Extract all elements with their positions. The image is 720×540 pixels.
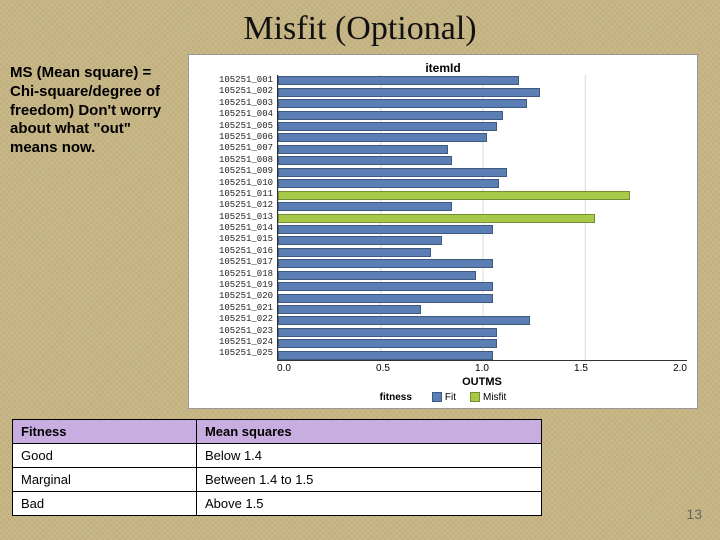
y-tick-label: 105251_016: [199, 246, 273, 257]
y-tick-label: 105251_019: [199, 280, 273, 291]
y-tick-label: 105251_015: [199, 234, 273, 245]
bar-fit: [278, 316, 530, 325]
y-tick-label: 105251_022: [199, 314, 273, 325]
y-tick-label: 105251_011: [199, 189, 273, 200]
content-row: MS (Mean square) = Chi-square/degree of …: [0, 54, 720, 409]
x-tick-label: 1.0: [475, 363, 489, 374]
bar-misfit: [278, 191, 630, 200]
x-tick-label: 1.5: [574, 363, 588, 374]
x-axis-ticks: 0.0 0.5 1.0 1.5 2.0: [199, 363, 687, 374]
bar-fit: [278, 339, 497, 348]
page-number: 13: [686, 506, 702, 522]
legend-title: fitness: [380, 392, 412, 403]
table-cell: Above 1.5: [196, 492, 541, 516]
table-cell: Marginal: [13, 468, 197, 492]
table-cell: Between 1.4 to 1.5: [196, 468, 541, 492]
y-tick-label: 105251_012: [199, 200, 273, 211]
bar-fit: [278, 294, 493, 303]
y-tick-label: 105251_007: [199, 143, 273, 154]
chart-panel: itemId 105251_001105251_002105251_003105…: [188, 54, 698, 409]
bar-fit: [278, 248, 431, 257]
y-tick-label: 105251_013: [199, 212, 273, 223]
bar-fit: [278, 282, 493, 291]
legend-label: Misfit: [483, 392, 506, 403]
bar-fit: [278, 202, 452, 211]
fitness-table: Fitness Mean squares GoodBelow 1.4Margin…: [12, 419, 542, 516]
bar-fit: [278, 259, 493, 268]
bar-misfit: [278, 214, 595, 223]
y-axis-labels: 105251_001105251_002105251_003105251_004…: [199, 75, 277, 361]
legend: fitness Fit Misfit: [380, 392, 507, 403]
y-tick-label: 105251_003: [199, 98, 273, 109]
legend-item-misfit: Misfit: [470, 392, 506, 403]
bars-layer: [278, 75, 687, 360]
page-title: Misfit (Optional): [0, 0, 720, 54]
y-tick-label: 105251_005: [199, 121, 273, 132]
y-tick-label: 105251_020: [199, 291, 273, 302]
x-tick-label: 0.5: [376, 363, 390, 374]
bar-fit: [278, 122, 497, 131]
y-tick-label: 105251_002: [199, 86, 273, 97]
bar-fit: [278, 305, 421, 314]
legend-item-fit: Fit: [432, 392, 456, 403]
y-tick-label: 105251_024: [199, 337, 273, 348]
table-cell: Bad: [13, 492, 197, 516]
table-header: Fitness: [13, 420, 197, 444]
bar-fit: [278, 145, 448, 154]
x-tick-label: 0.0: [277, 363, 291, 374]
y-tick-label: 105251_025: [199, 348, 273, 359]
bar-fit: [278, 156, 452, 165]
bar-fit: [278, 351, 493, 360]
table-cell: Good: [13, 444, 197, 468]
y-tick-label: 105251_017: [199, 257, 273, 268]
y-tick-label: 105251_001: [199, 75, 273, 86]
chart-title: itemId: [425, 61, 460, 75]
legend-label: Fit: [445, 392, 456, 403]
swatch-icon: [470, 392, 480, 402]
bar-fit: [278, 76, 519, 85]
bar-fit: [278, 328, 497, 337]
y-tick-label: 105251_021: [199, 303, 273, 314]
y-tick-label: 105251_014: [199, 223, 273, 234]
x-tick-label: 2.0: [673, 363, 687, 374]
bar-fit: [278, 236, 442, 245]
y-tick-label: 105251_018: [199, 269, 273, 280]
bar-fit: [278, 111, 503, 120]
table-row: BadAbove 1.5: [13, 492, 542, 516]
bar-fit: [278, 179, 499, 188]
bar-fit: [278, 271, 476, 280]
y-tick-label: 105251_008: [199, 155, 273, 166]
bar-fit: [278, 168, 507, 177]
y-tick-label: 105251_023: [199, 326, 273, 337]
y-tick-label: 105251_009: [199, 166, 273, 177]
bar-fit: [278, 88, 540, 97]
y-tick-label: 105251_010: [199, 178, 273, 189]
side-explanation: MS (Mean square) = Chi-square/degree of …: [10, 54, 180, 409]
bar-fit: [278, 99, 527, 108]
bar-fit: [278, 133, 487, 142]
table-cell: Below 1.4: [196, 444, 541, 468]
bar-fit: [278, 225, 493, 234]
y-tick-label: 105251_004: [199, 109, 273, 120]
y-tick-label: 105251_006: [199, 132, 273, 143]
table-row: MarginalBetween 1.4 to 1.5: [13, 468, 542, 492]
swatch-icon: [432, 392, 442, 402]
table-row: GoodBelow 1.4: [13, 444, 542, 468]
x-axis-label: OUTMS: [199, 376, 687, 388]
table-header: Mean squares: [196, 420, 541, 444]
plot-area: [277, 75, 687, 361]
chart-body: 105251_001105251_002105251_003105251_004…: [199, 75, 687, 361]
